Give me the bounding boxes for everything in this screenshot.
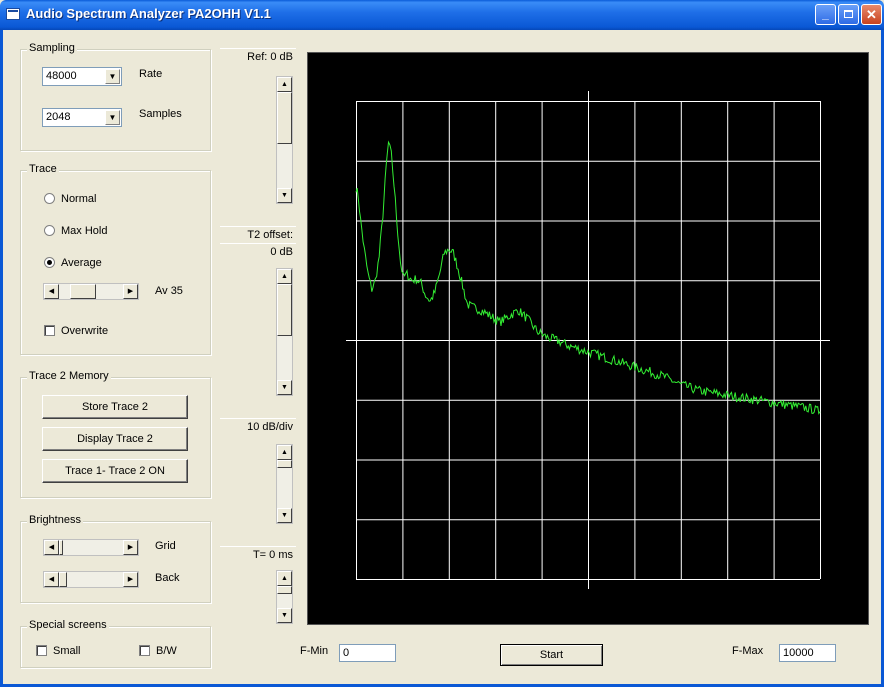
average-slider-thumb[interactable] bbox=[70, 284, 97, 299]
trace2-group-title: Trace 2 Memory bbox=[27, 370, 111, 382]
scroll-down-icon[interactable]: ▼ bbox=[277, 188, 292, 203]
bw-checkbox[interactable] bbox=[139, 645, 150, 656]
scroll-down-icon[interactable]: ▼ bbox=[277, 508, 292, 523]
grid-label: Grid bbox=[155, 540, 176, 552]
back-label: Back bbox=[155, 572, 180, 584]
t2offset-readout-line2: 0 dB bbox=[220, 243, 296, 260]
maximize-icon bbox=[844, 10, 853, 18]
sampling-group-title: Sampling bbox=[27, 42, 77, 54]
fmax-input[interactable]: 10000 bbox=[779, 644, 836, 662]
small-label: Small bbox=[53, 645, 81, 657]
average-slider[interactable]: ◀ ▶ bbox=[43, 283, 139, 300]
scroll-down-icon[interactable]: ▼ bbox=[277, 380, 292, 395]
dbdiv-readout-panel: 10 dB/div bbox=[220, 418, 296, 436]
sampling-group: Sampling bbox=[20, 42, 211, 151]
rate-label: Rate bbox=[139, 68, 163, 80]
average-radio[interactable] bbox=[44, 257, 55, 268]
scroll-up-icon[interactable]: ▲ bbox=[277, 571, 292, 586]
back-brightness-slider[interactable]: ◀ ▶ bbox=[43, 571, 139, 588]
average-count-label: Av 35 bbox=[155, 285, 183, 297]
ref-scroll-thumb[interactable] bbox=[277, 92, 292, 144]
fmin-input[interactable]: 0 bbox=[339, 644, 396, 662]
start-button[interactable]: Start bbox=[500, 644, 603, 666]
window-title: Audio Spectrum Analyzer PA2OHH V1.1 bbox=[26, 6, 271, 21]
plot-grid bbox=[346, 91, 830, 589]
trace-group-title: Trace bbox=[27, 163, 59, 175]
scroll-right-icon[interactable]: ▶ bbox=[123, 572, 138, 587]
title-bar[interactable]: Audio Spectrum Analyzer PA2OHH V1.1 _ ✕ bbox=[0, 0, 884, 30]
maximize-button[interactable] bbox=[838, 4, 859, 25]
t2offset-scroll-thumb[interactable] bbox=[277, 284, 292, 336]
t2offset-readout-line1: T2 offset: bbox=[220, 226, 296, 243]
samples-select[interactable]: 2048 ▼ bbox=[42, 108, 122, 127]
t2offset-readout-panel: T2 offset: 0 dB bbox=[220, 226, 296, 260]
store-trace2-button[interactable]: Store Trace 2 bbox=[42, 395, 188, 419]
ref-readout: Ref: 0 dB bbox=[220, 48, 296, 66]
display-trace2-button[interactable]: Display Trace 2 bbox=[42, 427, 188, 451]
scroll-down-icon[interactable]: ▼ bbox=[277, 608, 292, 623]
minimize-button[interactable]: _ bbox=[815, 4, 836, 25]
samples-label: Samples bbox=[139, 108, 182, 120]
small-checkbox[interactable] bbox=[36, 645, 47, 656]
fmax-label: F-Max bbox=[732, 645, 764, 657]
samples-select-value: 2048 bbox=[46, 111, 71, 123]
time-readout-panel: T= 0 ms bbox=[220, 546, 296, 564]
scroll-up-icon[interactable]: ▲ bbox=[277, 269, 292, 284]
dbdiv-scroll-thumb[interactable] bbox=[277, 460, 292, 468]
rate-select-value: 48000 bbox=[46, 70, 77, 82]
app-icon bbox=[6, 8, 20, 20]
time-scrollbar[interactable]: ▲ ▼ bbox=[276, 570, 293, 624]
rate-select[interactable]: 48000 ▼ bbox=[42, 67, 122, 86]
average-radio-label: Average bbox=[61, 257, 102, 269]
chevron-down-icon[interactable]: ▼ bbox=[105, 110, 120, 125]
ref-scrollbar[interactable]: ▲ ▼ bbox=[276, 76, 293, 204]
overwrite-checkbox[interactable] bbox=[44, 325, 55, 336]
brightness-group: Brightness bbox=[20, 514, 211, 603]
special-screens-group: Special screens bbox=[20, 619, 211, 668]
time-scroll-thumb[interactable] bbox=[277, 586, 292, 594]
grid-brightness-slider[interactable]: ◀ ▶ bbox=[43, 539, 139, 556]
normal-radio-label: Normal bbox=[61, 193, 97, 205]
scroll-up-icon[interactable]: ▲ bbox=[277, 445, 292, 460]
scroll-up-icon[interactable]: ▲ bbox=[277, 77, 292, 92]
maxhold-radio[interactable] bbox=[44, 225, 55, 236]
spectrum-display[interactable] bbox=[307, 52, 869, 625]
time-readout: T= 0 ms bbox=[220, 546, 296, 564]
maxhold-radio-label: Max Hold bbox=[61, 225, 108, 237]
normal-radio[interactable] bbox=[44, 193, 55, 204]
close-icon: ✕ bbox=[866, 7, 877, 22]
grid-slider-thumb[interactable] bbox=[59, 540, 63, 555]
scroll-right-icon[interactable]: ▶ bbox=[123, 540, 138, 555]
chevron-down-icon[interactable]: ▼ bbox=[105, 69, 120, 84]
scroll-left-icon[interactable]: ◀ bbox=[44, 540, 59, 555]
fmin-label: F-Min bbox=[300, 645, 329, 657]
ref-readout-panel: Ref: 0 dB bbox=[220, 48, 296, 66]
minimize-icon: _ bbox=[822, 7, 829, 21]
scroll-right-icon[interactable]: ▶ bbox=[123, 284, 138, 299]
t2offset-scrollbar[interactable]: ▲ ▼ bbox=[276, 268, 293, 396]
scroll-left-icon[interactable]: ◀ bbox=[44, 284, 59, 299]
back-slider-thumb[interactable] bbox=[59, 572, 67, 587]
overwrite-label: Overwrite bbox=[61, 325, 109, 337]
close-button[interactable]: ✕ bbox=[861, 4, 882, 25]
spectrum-plot bbox=[346, 91, 830, 589]
bw-label: B/W bbox=[156, 645, 177, 657]
dbdiv-readout: 10 dB/div bbox=[220, 418, 296, 436]
special-group-title: Special screens bbox=[27, 619, 109, 631]
scroll-left-icon[interactable]: ◀ bbox=[44, 572, 59, 587]
trace-diff-button[interactable]: Trace 1- Trace 2 ON bbox=[42, 459, 188, 483]
brightness-group-title: Brightness bbox=[27, 514, 83, 526]
dbdiv-scrollbar[interactable]: ▲ ▼ bbox=[276, 444, 293, 524]
